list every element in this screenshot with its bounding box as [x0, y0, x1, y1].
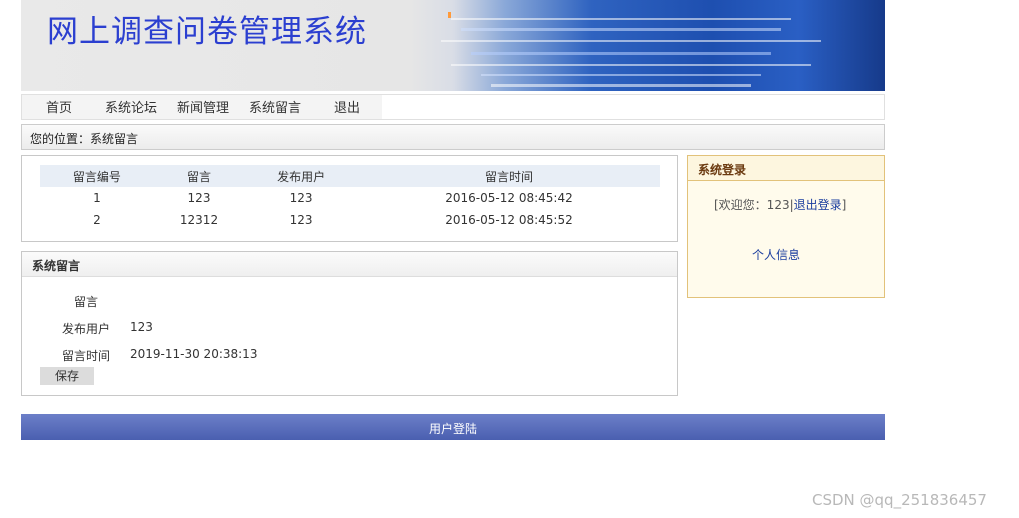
table-row: 2 12312 123 2016-05-12 08:45:52: [40, 209, 660, 231]
table-header-row: 留言编号 留言 发布用户 留言时间: [40, 165, 660, 187]
welcome-line: [欢迎您：123|退出登录]: [714, 196, 846, 213]
field-label-message: 留言: [73, 295, 98, 309]
message-form-panel: 系统留言 留言 发布用户 123 留言时间 2019-11-30 20:38:1…: [21, 251, 678, 396]
field-label-user: 发布用户: [61, 322, 110, 336]
watermark: CSDN @qq_251836457: [812, 491, 987, 509]
form-panel-header: 系统留言: [22, 252, 677, 277]
user-value: 123: [130, 320, 153, 334]
welcome-text: [欢迎您：123|: [714, 198, 794, 212]
logout-link[interactable]: 退出登录: [794, 198, 842, 212]
nav-item-logout[interactable]: 退出: [334, 97, 360, 116]
nav-item-news[interactable]: 新闻管理: [177, 97, 229, 116]
top-nav: 首页 系统论坛 新闻管理 系统留言 退出: [21, 94, 885, 120]
profile-link[interactable]: 个人信息: [752, 246, 800, 263]
login-panel-header: 系统登录: [688, 156, 884, 181]
messages-table: 留言编号 留言 发布用户 留言时间 1 123 123 2016-05-12 0…: [40, 165, 660, 231]
breadcrumb: 您的位置：系统留言: [21, 124, 885, 150]
field-label-time: 留言时间: [61, 349, 110, 363]
cell-time: 2016-05-12 08:45:42: [445, 191, 573, 205]
footer-bar: 用户登陆: [21, 414, 885, 440]
time-value: 2019-11-30 20:38:13: [130, 347, 258, 361]
col-header-user: 发布用户: [244, 165, 358, 187]
nav-item-messages[interactable]: 系统留言: [249, 97, 301, 116]
footer-login-link[interactable]: 用户登陆: [21, 420, 885, 437]
cell-user: 123: [289, 213, 313, 227]
nav-item-forum[interactable]: 系统论坛: [105, 97, 157, 116]
col-header-time: 留言时间: [358, 165, 660, 187]
form-panel-title: 系统留言: [32, 259, 81, 273]
breadcrumb-text: 您的位置：系统留言: [30, 132, 139, 146]
cell-message: 123: [187, 191, 211, 205]
message-input[interactable]: [130, 293, 330, 307]
welcome-suffix: ]: [841, 198, 847, 212]
table-row: 1 123 123 2016-05-12 08:45:42: [40, 187, 660, 209]
col-header-message: 留言: [153, 165, 245, 187]
login-panel-title: 系统登录: [698, 163, 747, 177]
nav-item-home[interactable]: 首页: [46, 97, 72, 116]
save-button[interactable]: 保存: [40, 367, 94, 385]
nav-items: 首页 系统论坛 新闻管理 系统留言 退出: [22, 95, 382, 119]
login-panel: 系统登录 [欢迎您：123|退出登录] 个人信息: [687, 155, 885, 298]
cell-id: 2: [93, 213, 101, 227]
cell-id: 1: [93, 191, 101, 205]
cell-message: 12312: [179, 213, 219, 227]
site-title: 网上调查问卷管理系统: [47, 14, 367, 50]
header-banner: 网上调查问卷管理系统: [21, 0, 885, 91]
messages-panel: 留言编号 留言 发布用户 留言时间 1 123 123 2016-05-12 0…: [21, 155, 678, 242]
col-header-id: 留言编号: [40, 165, 154, 187]
cell-time: 2016-05-12 08:45:52: [445, 213, 573, 227]
cell-user: 123: [289, 191, 313, 205]
